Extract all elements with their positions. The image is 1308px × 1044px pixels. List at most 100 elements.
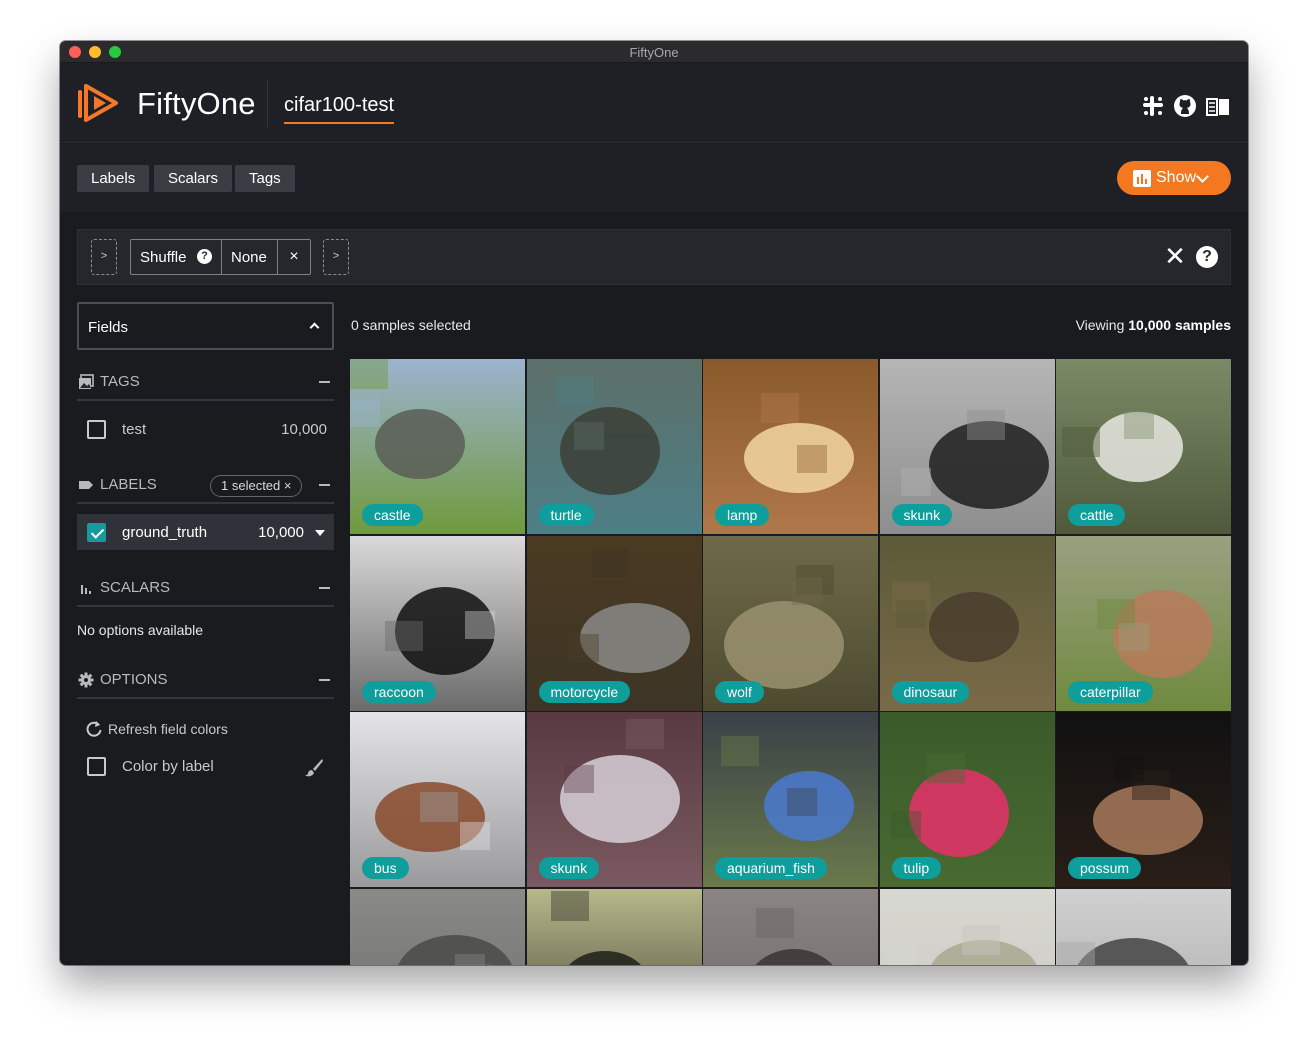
label-checkbox[interactable] (87, 523, 106, 542)
collapse-icon[interactable] (319, 484, 330, 486)
fiftyone-logo-icon (78, 84, 118, 122)
help-icon[interactable]: ? (1196, 246, 1218, 268)
main-panel: 0 samples selected Viewing 10,000 sample… (350, 302, 1231, 965)
collapse-icon[interactable] (319, 587, 330, 589)
sample-tile[interactable] (879, 888, 1055, 965)
slack-icon[interactable] (1141, 94, 1165, 118)
tags-section-title: TAGS (100, 373, 140, 390)
ground-truth-label: skunk (891, 504, 953, 526)
stage-help-icon[interactable]: ? (197, 249, 212, 264)
sample-count: 10,000 samples (1128, 317, 1231, 333)
color-by-label-row[interactable]: Color by label (77, 748, 334, 784)
sample-tile[interactable]: caterpillar (1056, 535, 1231, 711)
bar-chart-icon (1133, 170, 1151, 187)
sample-tile[interactable]: skunk (526, 712, 702, 887)
chevron-down-icon (1196, 170, 1209, 183)
chevron-right-icon: > (100, 250, 108, 262)
sample-tile[interactable]: possum (1056, 712, 1231, 887)
sample-thumbnail (350, 888, 525, 965)
sample-tile[interactable] (703, 888, 878, 965)
fields-title: Fields (88, 319, 129, 336)
ground-truth-label: wolf (715, 680, 764, 703)
collapse-icon[interactable] (319, 679, 330, 681)
sample-tile[interactable]: dinosaur (879, 535, 1055, 711)
scalars-section-title: SCALARS (100, 579, 171, 596)
refresh-colors-button[interactable]: Refresh field colors (77, 711, 334, 747)
color-by-label-text: Color by label (122, 758, 214, 775)
chevron-up-icon (309, 322, 320, 333)
sample-thumbnail (703, 888, 878, 965)
ground-truth-label: cattle (1068, 504, 1126, 526)
github-icon[interactable] (1173, 94, 1197, 118)
ground-truth-label: lamp (715, 504, 770, 526)
sample-tile[interactable] (1056, 888, 1231, 965)
collapse-icon[interactable] (319, 381, 330, 383)
label-tag-icon (79, 481, 93, 489)
header-divider (267, 79, 268, 127)
stage-name[interactable]: Shuffle ? (131, 240, 222, 274)
label-count: 10,000 (258, 524, 304, 541)
sample-tile[interactable]: aquarium_fish (703, 712, 878, 887)
clear-view-icon[interactable]: ✕ (1164, 243, 1186, 269)
ground-truth-label: aquarium_fish (715, 857, 827, 879)
brand-name: FiftyOne (137, 86, 256, 121)
sample-tile[interactable]: bus (350, 712, 525, 887)
app-window: FiftyOne FiftyOne cifar100-test Labels S… (60, 41, 1248, 965)
sample-tile[interactable] (350, 888, 525, 965)
paintbrush-icon[interactable] (304, 757, 324, 777)
sample-tile[interactable]: lamp (703, 359, 878, 534)
ground-truth-label: bus (362, 857, 409, 879)
sample-tile[interactable]: cattle (1056, 359, 1231, 534)
tag-name: test (122, 421, 147, 438)
sample-tile[interactable]: skunk (879, 359, 1055, 534)
tag-checkbox[interactable] (87, 420, 106, 439)
expand-caret-icon[interactable] (315, 530, 325, 536)
bar-chart-icon (81, 585, 91, 594)
options-section-header[interactable]: OPTIONS (77, 663, 334, 699)
sample-thumbnail (1056, 888, 1231, 965)
tag-count: 10,000 (281, 421, 327, 438)
sample-tile[interactable]: raccoon (350, 535, 525, 711)
no-options-text: No options available (77, 622, 204, 638)
add-stage-before-button[interactable]: > (91, 239, 117, 275)
color-by-label-checkbox[interactable] (87, 757, 106, 776)
chevron-right-icon: > (332, 250, 340, 262)
stage-parameter[interactable]: None (222, 240, 278, 274)
tags-section-header[interactable]: TAGS (77, 365, 334, 401)
sample-tile[interactable]: tulip (879, 712, 1055, 887)
tags-tab-button[interactable]: Tags (235, 165, 295, 192)
labels-section-header[interactable]: LABELS 1 selected × (77, 468, 334, 504)
selected-labels-pill[interactable]: 1 selected × (210, 475, 303, 497)
remove-stage-button[interactable]: × (278, 240, 310, 274)
sample-thumbnail (526, 888, 702, 965)
add-stage-after-button[interactable]: > (323, 239, 349, 275)
sample-tile[interactable] (526, 888, 702, 965)
sample-tile[interactable]: wolf (703, 535, 878, 711)
view-bar: > Shuffle ? None × > ✕ ? (77, 229, 1231, 285)
label-row-ground-truth[interactable]: ground_truth 10,000 (77, 514, 334, 550)
options-section-title: OPTIONS (100, 671, 168, 688)
sample-thumbnail (879, 888, 1055, 965)
tag-row-test[interactable]: test 10,000 (77, 411, 334, 447)
sample-tile[interactable]: turtle (526, 359, 702, 534)
image-tag-icon (79, 374, 94, 389)
ground-truth-label: caterpillar (1068, 680, 1153, 703)
refresh-icon (86, 721, 102, 737)
scalars-tab-button[interactable]: Scalars (154, 165, 233, 192)
dataset-name[interactable]: cifar100-test (284, 94, 395, 124)
app-header: FiftyOne cifar100-test (60, 63, 1248, 143)
sample-tile[interactable]: castle (350, 359, 525, 534)
title-bar: FiftyOne (60, 41, 1248, 63)
label-field-name: ground_truth (122, 524, 208, 541)
sidebar: Fields TAGS test 10,000 LABELS 1 selecte… (77, 302, 334, 965)
show-button[interactable]: Show (1117, 161, 1231, 195)
fields-dropdown[interactable]: Fields (77, 302, 334, 350)
labels-tab-button[interactable]: Labels (77, 165, 150, 192)
ground-truth-label: possum (1068, 857, 1142, 879)
scalars-section-header[interactable]: SCALARS (77, 571, 334, 607)
view-stage[interactable]: Shuffle ? None × (130, 239, 311, 275)
ground-truth-label: motorcycle (538, 680, 631, 703)
docs-book-icon[interactable] (1206, 94, 1230, 118)
toolbar: Labels Scalars Tags Show (60, 144, 1248, 212)
sample-tile[interactable]: motorcycle (526, 535, 702, 711)
